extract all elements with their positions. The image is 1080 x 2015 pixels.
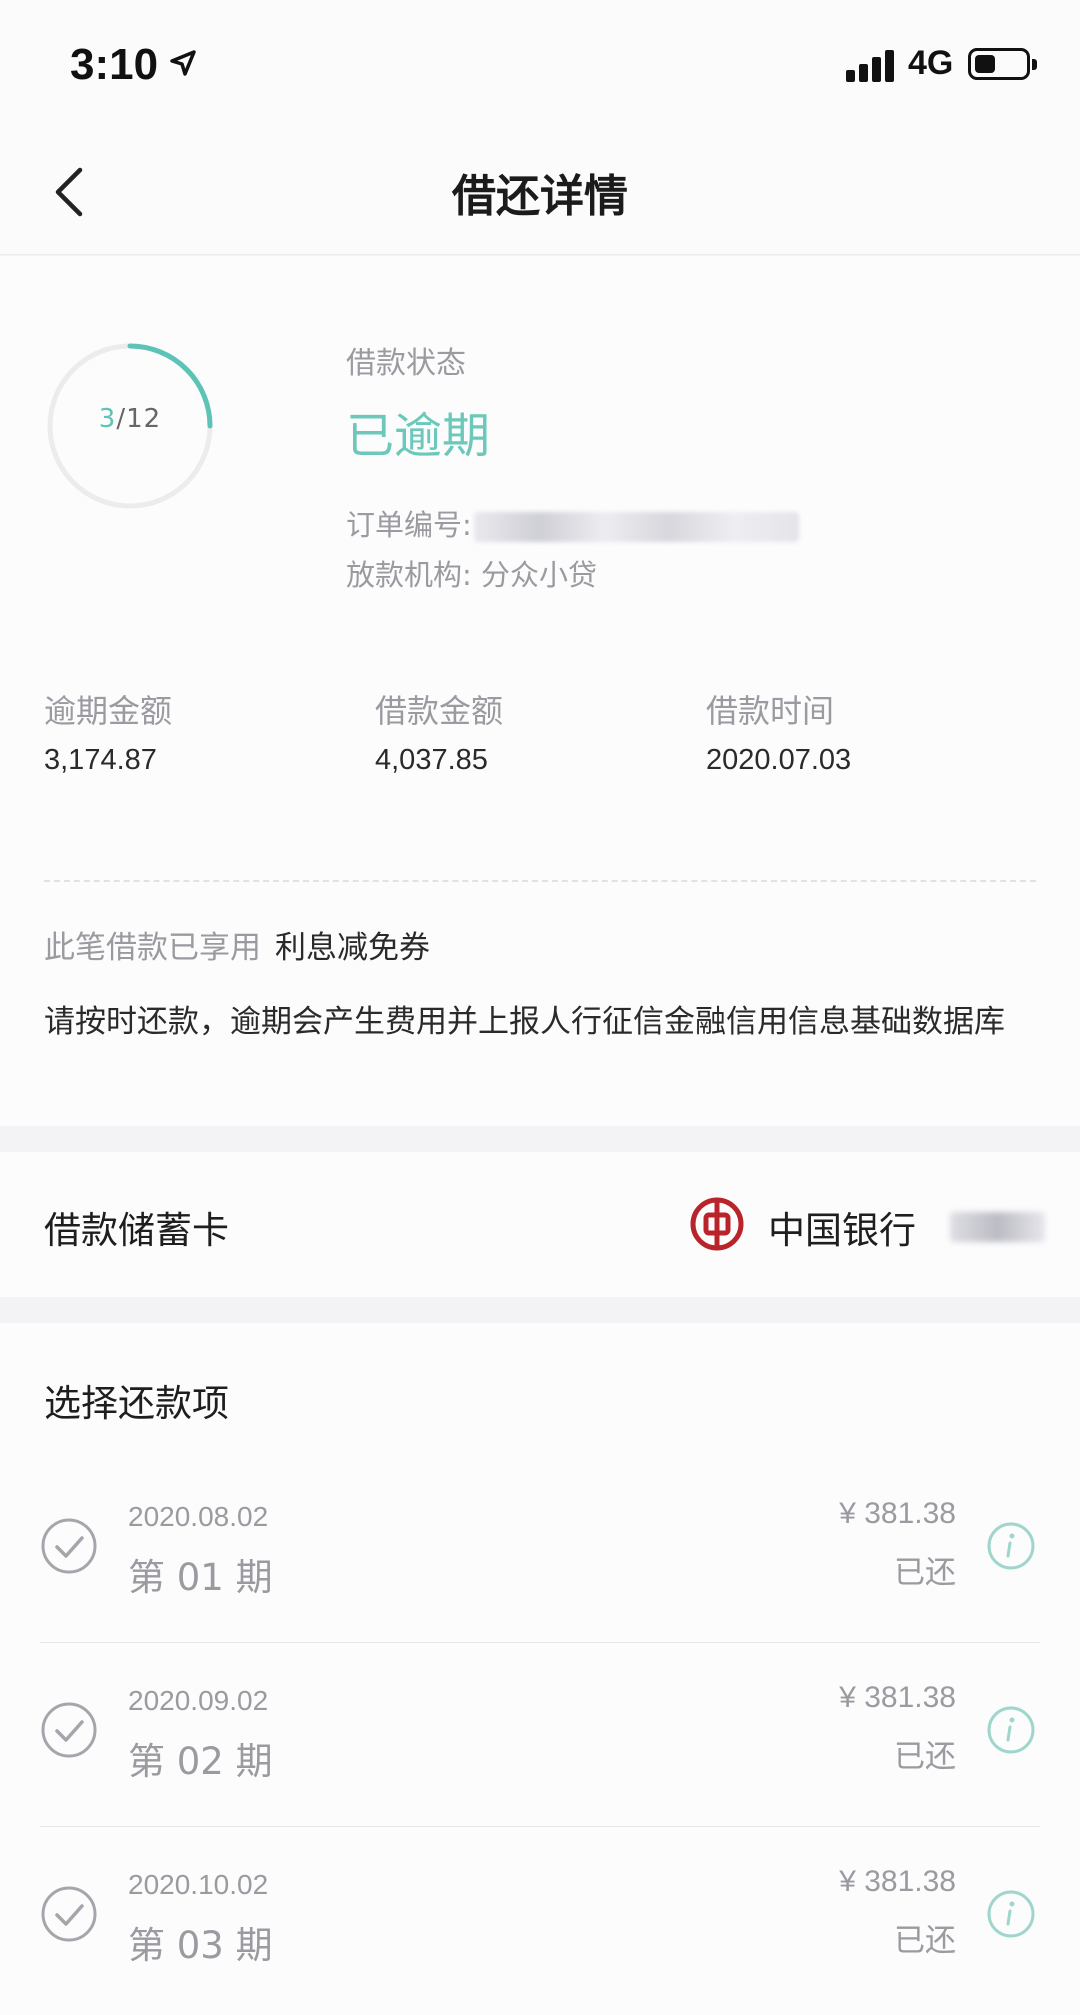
installment-status: 已还	[894, 1739, 956, 1775]
card-number-redacted	[950, 1212, 1045, 1242]
installment-period: 第 02 期	[128, 1740, 273, 1783]
stat-value: 4,037.85	[375, 744, 488, 776]
installment-amount: ¥ 381.38	[839, 1497, 956, 1530]
page-title: 借还详情	[452, 171, 628, 222]
installment-period: 第 01 期	[128, 1556, 273, 1599]
signal-strength-icon	[846, 50, 898, 82]
status-time: 3:10	[70, 40, 159, 89]
info-icon[interactable]	[986, 1889, 1036, 1939]
repayment-section: 选择还款项 2020.08.02 第 01 期 ¥ 381.38 已还 2020…	[0, 1323, 1080, 2015]
bank-name: 中国银行	[768, 1209, 916, 1252]
stat-value: 2020.07.03	[706, 744, 852, 776]
nav-header: 借还详情	[0, 130, 1080, 255]
installment-status: 已还	[894, 1555, 956, 1591]
installment-amount: ¥ 381.38	[839, 1681, 956, 1714]
lender-row: 放款机构: 分众小贷	[346, 558, 597, 592]
coupon-prefix: 此笔借款已享用	[44, 930, 261, 966]
loan-status-value: 已逾期	[346, 408, 491, 464]
check-circle-icon[interactable]	[40, 1701, 98, 1759]
stat-label: 逾期金额	[44, 692, 173, 730]
installment-row[interactable]: 2020.08.02 第 01 期 ¥ 381.38 已还	[0, 1459, 1080, 1643]
info-icon[interactable]	[986, 1705, 1036, 1755]
loan-status-label: 借款状态	[346, 346, 466, 381]
installment-amount: ¥ 381.38	[839, 1865, 956, 1898]
order-number-label: 订单编号:	[346, 508, 472, 542]
check-circle-icon[interactable]	[40, 1517, 98, 1575]
dashed-divider	[44, 880, 1036, 882]
coupon-row: 此笔借款已享用 利息减免券	[44, 922, 430, 967]
installment-row[interactable]: 2020.10.02 第 03 期 ¥ 381.38 已还	[0, 1827, 1080, 2011]
status-bar: 3:10 4G	[0, 0, 1080, 130]
check-circle-icon[interactable]	[40, 1885, 98, 1943]
order-number-redacted	[473, 512, 799, 542]
network-type: 4G	[908, 44, 954, 82]
installment-date: 2020.10.02	[128, 1869, 269, 1900]
loan-summary-card: 3/12 借款状态 已逾期 订单编号: 放款机构: 分众小贷 逾期金额 3,17…	[0, 256, 1080, 1126]
progress-text: 3/12	[44, 404, 216, 434]
battery-icon	[968, 48, 1037, 80]
coupon-name: 利息减免券	[275, 930, 430, 966]
overdue-notice: 请按时还款，逾期会产生费用并上报人行征信金融信用信息基础数据库	[44, 1004, 1005, 1040]
debit-card-label: 借款储蓄卡	[44, 1209, 229, 1252]
stat-loan-amount: 借款金额 4,037.85	[375, 686, 503, 777]
installment-date: 2020.09.02	[128, 1685, 269, 1716]
location-arrow-icon	[170, 50, 196, 76]
stat-label: 借款时间	[706, 692, 835, 730]
stat-label: 借款金额	[375, 692, 504, 730]
installment-row[interactable]: 2020.09.02 第 02 期 ¥ 381.38 已还	[0, 1643, 1080, 1827]
stat-overdue-amount: 逾期金额 3,174.87	[44, 686, 172, 777]
bank-of-china-logo-icon	[690, 1197, 744, 1251]
installment-date: 2020.08.02	[128, 1501, 269, 1532]
stat-value: 3,174.87	[44, 744, 157, 776]
progress-current: 3	[98, 404, 117, 434]
debit-card-row[interactable]: 借款储蓄卡 中国银行	[0, 1152, 1080, 1297]
progress-total: /12	[116, 404, 162, 434]
info-icon[interactable]	[986, 1521, 1036, 1571]
installment-status: 已还	[894, 1923, 956, 1959]
stat-loan-date: 借款时间 2020.07.03	[706, 686, 851, 777]
order-number-row: 订单编号:	[346, 502, 799, 544]
repayment-title: 选择还款项	[44, 1382, 229, 1425]
installment-period: 第 03 期	[128, 1924, 273, 1967]
